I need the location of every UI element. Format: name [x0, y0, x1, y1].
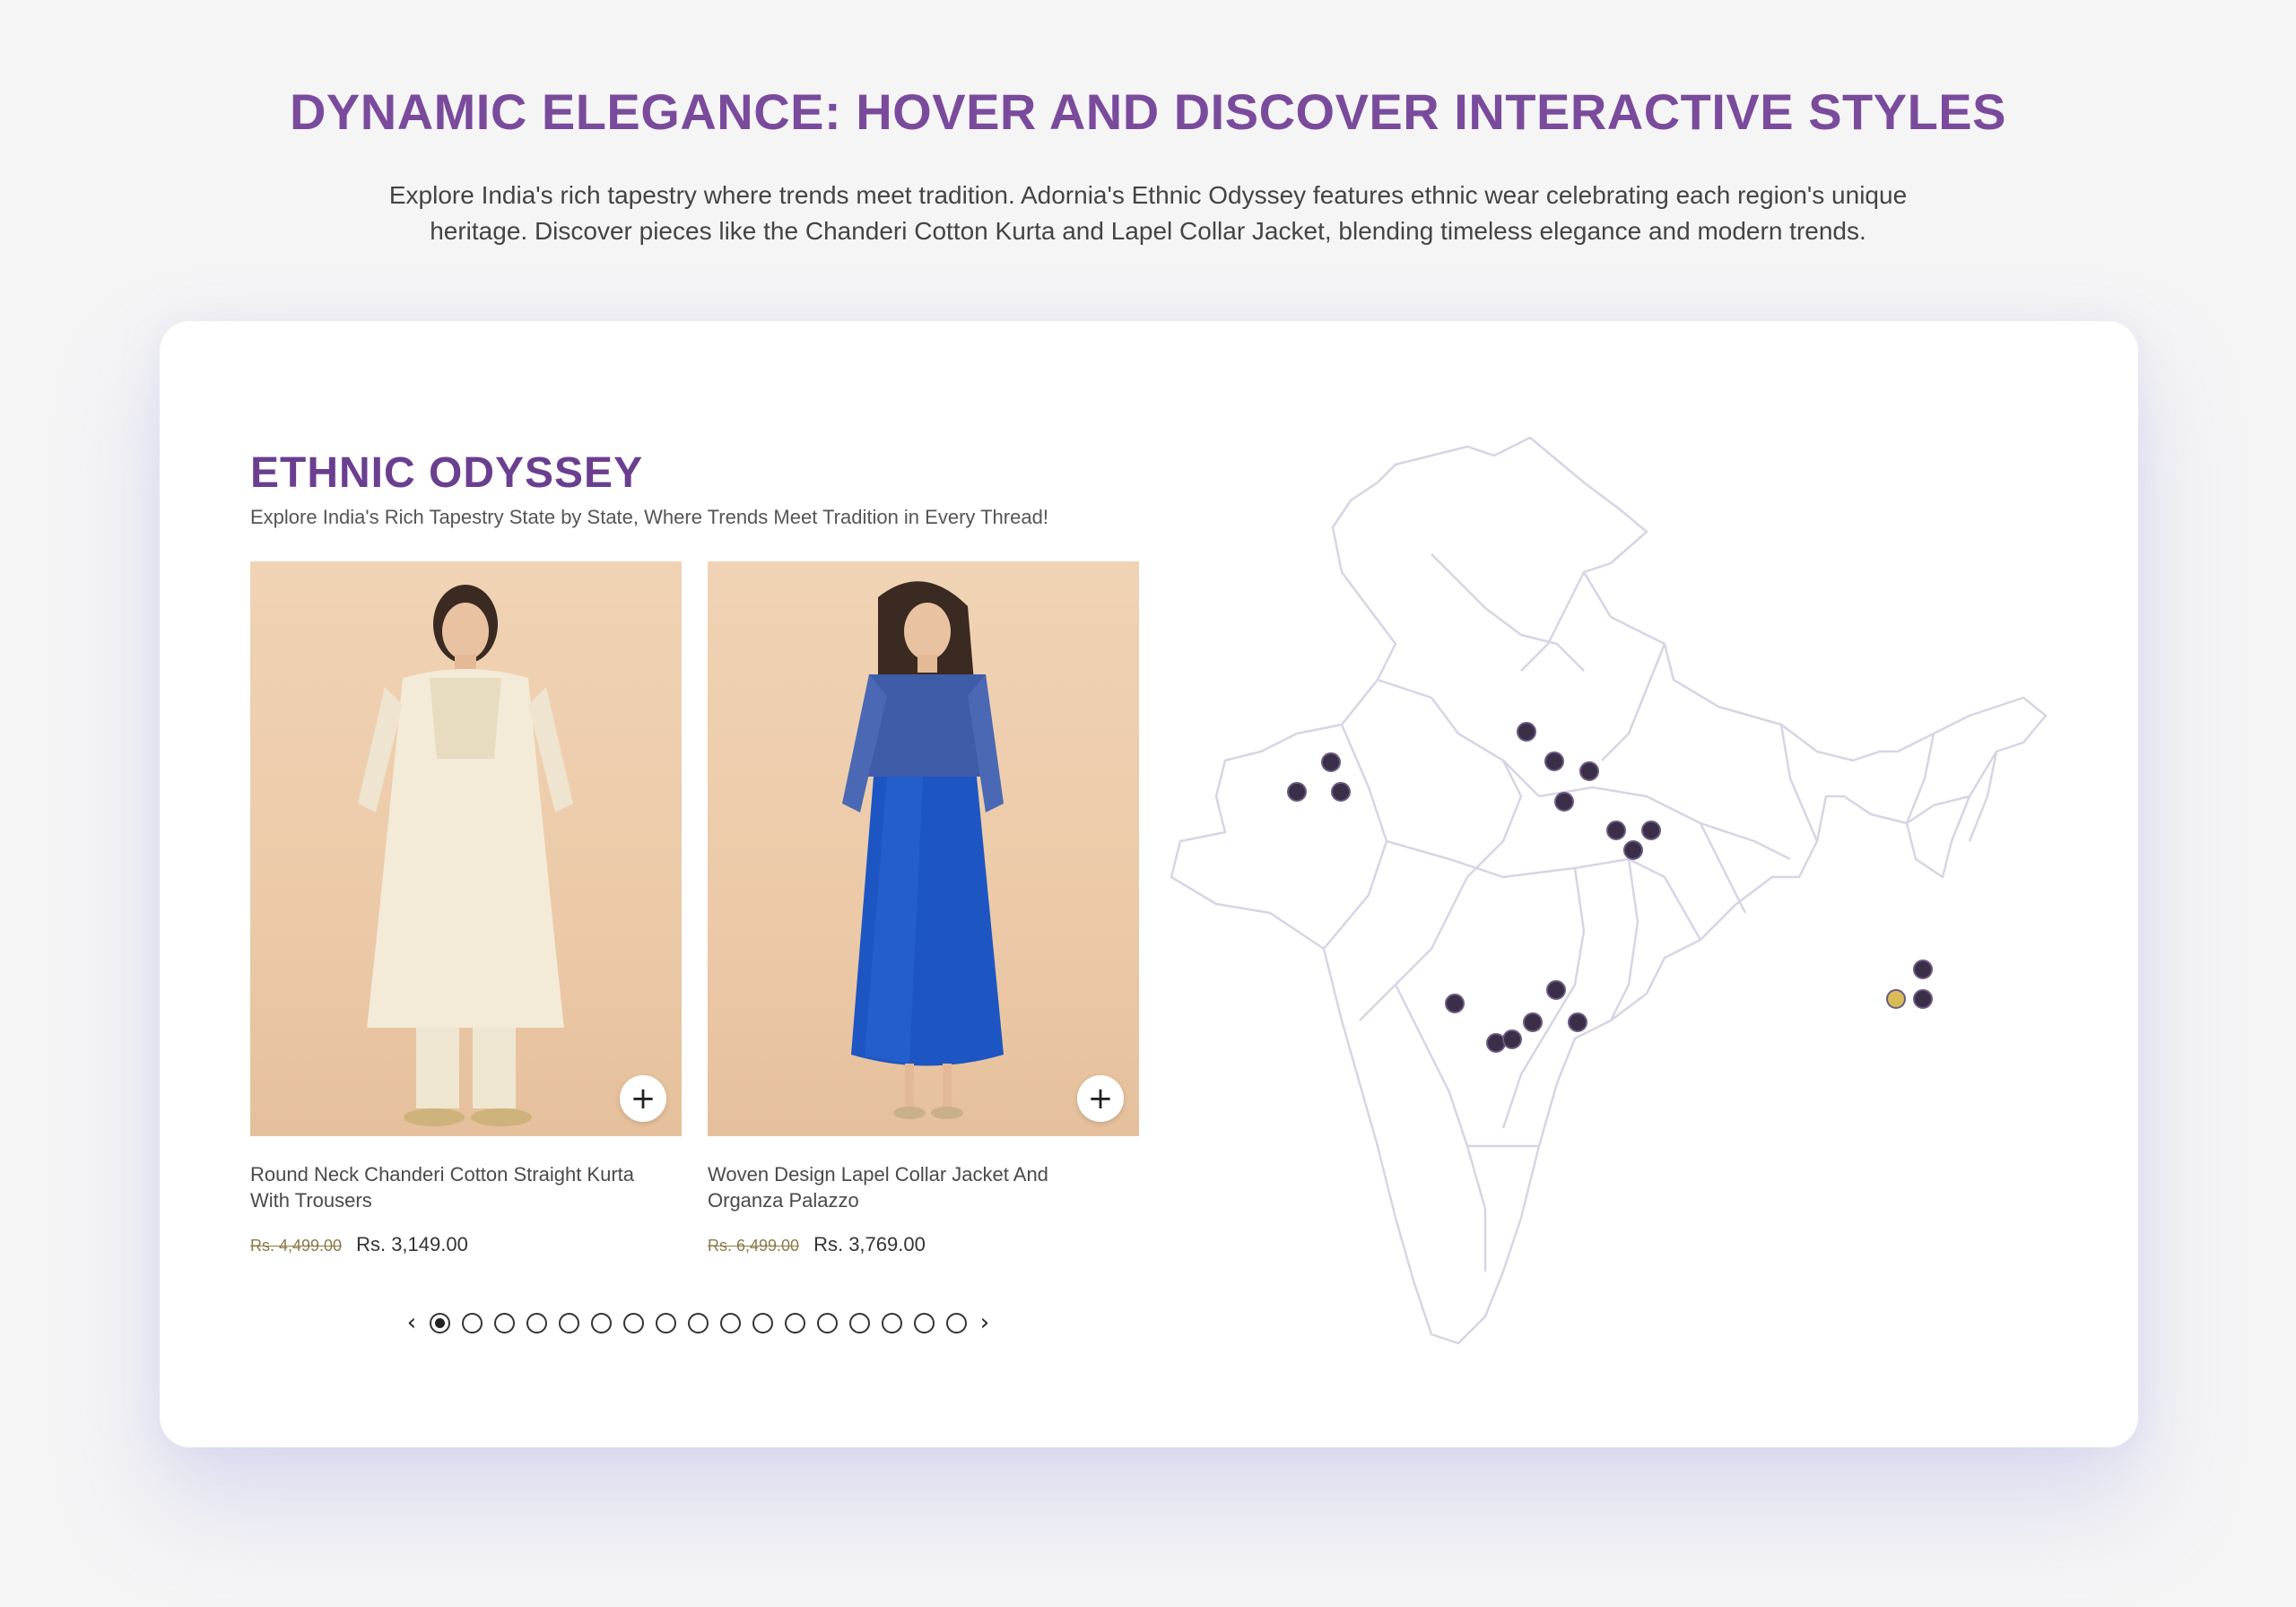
- product-image-jacket[interactable]: +: [708, 561, 1139, 1136]
- map-marker-active[interactable]: [1886, 989, 1906, 1009]
- pager-dot[interactable]: [914, 1312, 935, 1333]
- map-marker[interactable]: [1579, 761, 1599, 781]
- add-to-cart-button-1[interactable]: +: [620, 1075, 666, 1122]
- india-map-outline: [1170, 436, 2048, 1345]
- pager-dot[interactable]: [591, 1312, 612, 1333]
- map-marker[interactable]: [1331, 782, 1351, 802]
- ethnic-odyssey-card: ETHNIC ODYSSEY Explore India's Rich Tape…: [160, 321, 2138, 1447]
- product-name[interactable]: Round Neck Chanderi Cotton Straight Kurt…: [250, 1161, 672, 1213]
- map-marker[interactable]: [1486, 1033, 1506, 1053]
- pager-dot[interactable]: [559, 1312, 579, 1333]
- map-marker[interactable]: [1554, 792, 1574, 812]
- pager-dot[interactable]: [688, 1312, 709, 1333]
- map-markers: [1287, 722, 1933, 1053]
- pager-dot[interactable]: [817, 1312, 838, 1333]
- map-marker[interactable]: [1544, 751, 1564, 771]
- page-description: Explore India's rich tapestry where tren…: [388, 181, 1908, 245]
- map-marker[interactable]: [1502, 1029, 1522, 1049]
- pager-dot[interactable]: [849, 1312, 870, 1333]
- product-card-2[interactable]: + Woven Design Lapel Collar Jacket And O…: [708, 561, 1139, 1256]
- map-marker[interactable]: [1321, 752, 1341, 772]
- add-to-cart-button-2[interactable]: +: [1077, 1075, 1124, 1122]
- map-marker[interactable]: [1913, 989, 1933, 1009]
- product-card-1[interactable]: + Round Neck Chanderi Cotton Straight Ku…: [250, 561, 682, 1256]
- chevron-right-icon[interactable]: ›: [978, 1309, 991, 1336]
- sale-price: Rs. 3,769.00: [813, 1233, 926, 1255]
- plus-icon: +: [1087, 1081, 1114, 1116]
- chevron-left-icon[interactable]: ‹: [405, 1309, 418, 1336]
- map-marker[interactable]: [1568, 1012, 1587, 1032]
- map-marker[interactable]: [1623, 840, 1643, 860]
- price-row: Rs. 4,499.00 Rs. 3,149.00: [250, 1233, 682, 1256]
- india-map[interactable]: [1162, 375, 2059, 1397]
- pager-dot[interactable]: [462, 1312, 483, 1333]
- pager-dot[interactable]: [946, 1312, 967, 1333]
- pager-dot[interactable]: [752, 1312, 773, 1333]
- pager-dot[interactable]: [623, 1312, 644, 1333]
- page: DYNAMIC ELEGANCE: HOVER AND DISCOVER INT…: [0, 0, 2296, 1607]
- map-marker[interactable]: [1606, 821, 1626, 840]
- pager-dots: [430, 1312, 967, 1333]
- product-name[interactable]: Woven Design Lapel Collar Jacket And Org…: [708, 1161, 1129, 1213]
- carousel-pager: ‹ ›: [405, 1309, 991, 1336]
- map-marker[interactable]: [1523, 1012, 1543, 1032]
- pager-dot[interactable]: [720, 1312, 741, 1333]
- map-marker[interactable]: [1287, 782, 1307, 802]
- original-price: Rs. 4,499.00: [250, 1237, 343, 1255]
- plus-icon: +: [630, 1081, 657, 1116]
- price-row: Rs. 6,499.00 Rs. 3,769.00: [708, 1233, 1139, 1256]
- section-title: ETHNIC ODYSSEY: [250, 449, 644, 497]
- pager-dot[interactable]: [494, 1312, 515, 1333]
- pager-dot[interactable]: [526, 1312, 547, 1333]
- kurta-model-illustration: [358, 585, 573, 1126]
- original-price: Rs. 6,499.00: [708, 1237, 800, 1255]
- product-image-kurta[interactable]: +: [250, 561, 682, 1136]
- jacket-model-illustration: [842, 581, 1004, 1119]
- pager-dot[interactable]: [882, 1312, 902, 1333]
- pager-dot[interactable]: [656, 1312, 676, 1333]
- map-marker[interactable]: [1913, 960, 1933, 979]
- map-marker[interactable]: [1517, 722, 1536, 742]
- map-marker[interactable]: [1445, 994, 1465, 1013]
- map-marker[interactable]: [1641, 821, 1661, 840]
- page-title: DYNAMIC ELEGANCE: HOVER AND DISCOVER INT…: [289, 83, 2007, 140]
- map-marker[interactable]: [1546, 980, 1566, 1000]
- pager-dot[interactable]: [430, 1312, 450, 1333]
- pager-dot[interactable]: [785, 1312, 805, 1333]
- section-subtitle: Explore India's Rich Tapestry State by S…: [250, 506, 1048, 528]
- sale-price: Rs. 3,149.00: [356, 1233, 468, 1255]
